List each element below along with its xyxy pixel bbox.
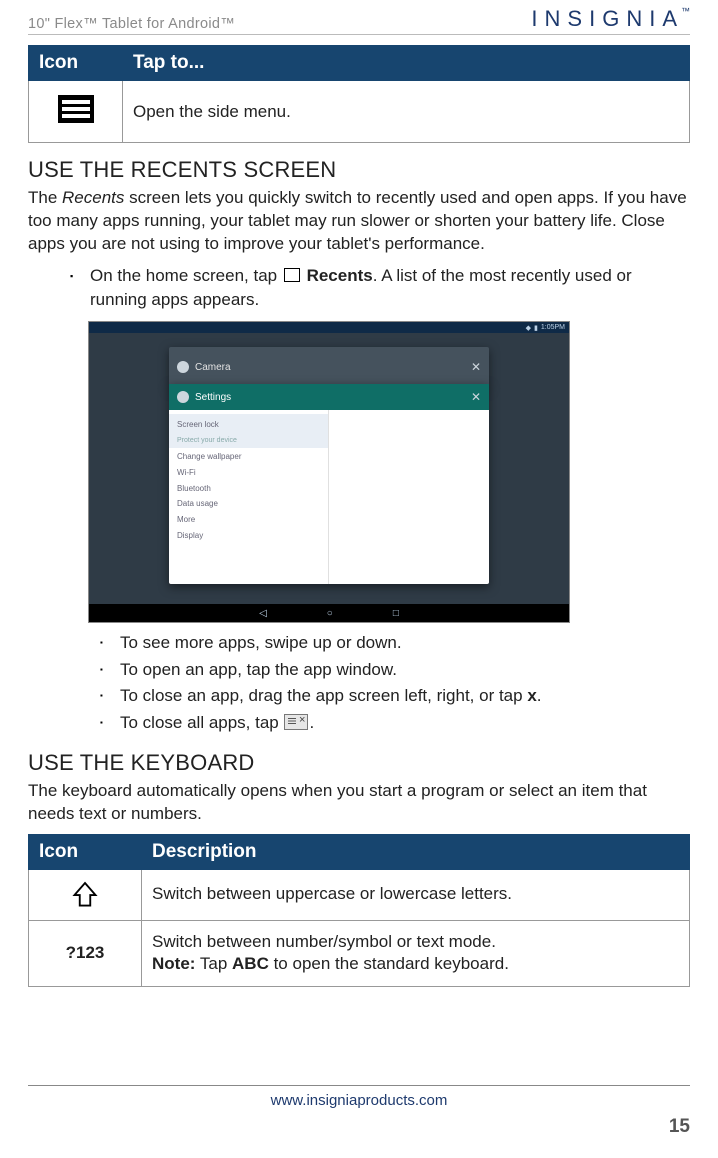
cell-icon	[29, 81, 123, 143]
nav-home-icon: ○	[327, 608, 333, 619]
recents-card-camera: Camera ✕	[169, 347, 489, 387]
nav-back-icon: ◁	[259, 608, 267, 619]
list-item: To close an app, drag the app screen lef…	[100, 684, 690, 709]
shift-key-icon	[39, 880, 131, 910]
table-row: ?123 Switch between number/symbol or tex…	[29, 920, 690, 987]
camera-icon	[177, 361, 189, 373]
table-row: Switch between uppercase or lowercase le…	[29, 869, 690, 920]
th-icon: Icon	[29, 834, 142, 869]
wifi-icon: ◆	[526, 324, 531, 332]
tablet-screenshot: ◆ ▮ 1:05PM Camera ✕ Settings ✕	[88, 321, 570, 623]
brand-logo: INSIGNIA™	[531, 6, 690, 32]
list-item: On the home screen, tap Recents. A list …	[70, 264, 690, 313]
camera-label: Camera	[195, 362, 231, 373]
cell-icon-q123: ?123	[29, 920, 142, 987]
android-navbar: ◁ ○ □	[89, 604, 569, 622]
footer-url: www.insigniaproducts.com	[271, 1092, 448, 1109]
recents-paragraph: The Recents screen lets you quickly swit…	[28, 187, 690, 256]
nav-recents-icon: □	[393, 608, 399, 619]
battery-icon: ▮	[534, 324, 538, 332]
gear-icon	[177, 391, 189, 403]
page-header: 10" Flex™ Tablet for Android™ INSIGNIA™	[28, 0, 690, 35]
section-title-recents: USE THE RECENTS SCREEN	[28, 157, 690, 183]
document-page: 10" Flex™ Tablet for Android™ INSIGNIA™ …	[0, 0, 718, 1158]
table-row: Open the side menu.	[29, 81, 690, 143]
list-item: To open an app, tap the app window.	[100, 658, 690, 683]
th-tapto: Tap to...	[123, 46, 690, 81]
cell-desc: Open the side menu.	[123, 81, 690, 143]
hamburger-icon	[58, 95, 94, 123]
settings-right-column	[329, 410, 489, 584]
cell-desc: Switch between uppercase or lowercase le…	[142, 869, 690, 920]
section-title-keyboard: USE THE KEYBOARD	[28, 750, 690, 776]
close-icon: ✕	[471, 360, 481, 374]
status-bar: ◆ ▮ 1:05PM	[89, 322, 569, 333]
page-number: 15	[28, 1116, 690, 1138]
recents-card-settings: Settings ✕ Screen lock Protect your devi…	[169, 384, 489, 584]
recents-square-icon	[284, 268, 300, 282]
settings-left-column: Screen lock Protect your device Change w…	[169, 410, 329, 584]
clear-all-icon	[284, 714, 308, 730]
list-item: To close all apps, tap .	[100, 711, 690, 736]
page-footer: www.insigniaproducts.com 15	[28, 1085, 690, 1138]
keyboard-paragraph: The keyboard automatically opens when yo…	[28, 780, 690, 826]
product-name: 10" Flex™ Tablet for Android™	[28, 16, 235, 32]
inner-bullet-list: To see more apps, swipe up or down. To o…	[100, 631, 690, 736]
close-icon: ✕	[471, 390, 481, 404]
cell-icon	[29, 869, 142, 920]
icon-tap-table: Icon Tap to... Open the side menu.	[28, 45, 690, 143]
th-description: Description	[142, 834, 690, 869]
page-content: Icon Tap to... Open the side menu. USE T…	[28, 35, 690, 987]
cell-desc: Switch between number/symbol or text mod…	[142, 920, 690, 987]
keyboard-icon-table: Icon Description Switch between uppercas…	[28, 834, 690, 988]
outer-bullet-list: On the home screen, tap Recents. A list …	[70, 264, 690, 313]
status-time: 1:05PM	[541, 324, 565, 331]
list-item: To see more apps, swipe up or down.	[100, 631, 690, 656]
settings-label: Settings	[195, 392, 231, 403]
th-icon: Icon	[29, 46, 123, 81]
